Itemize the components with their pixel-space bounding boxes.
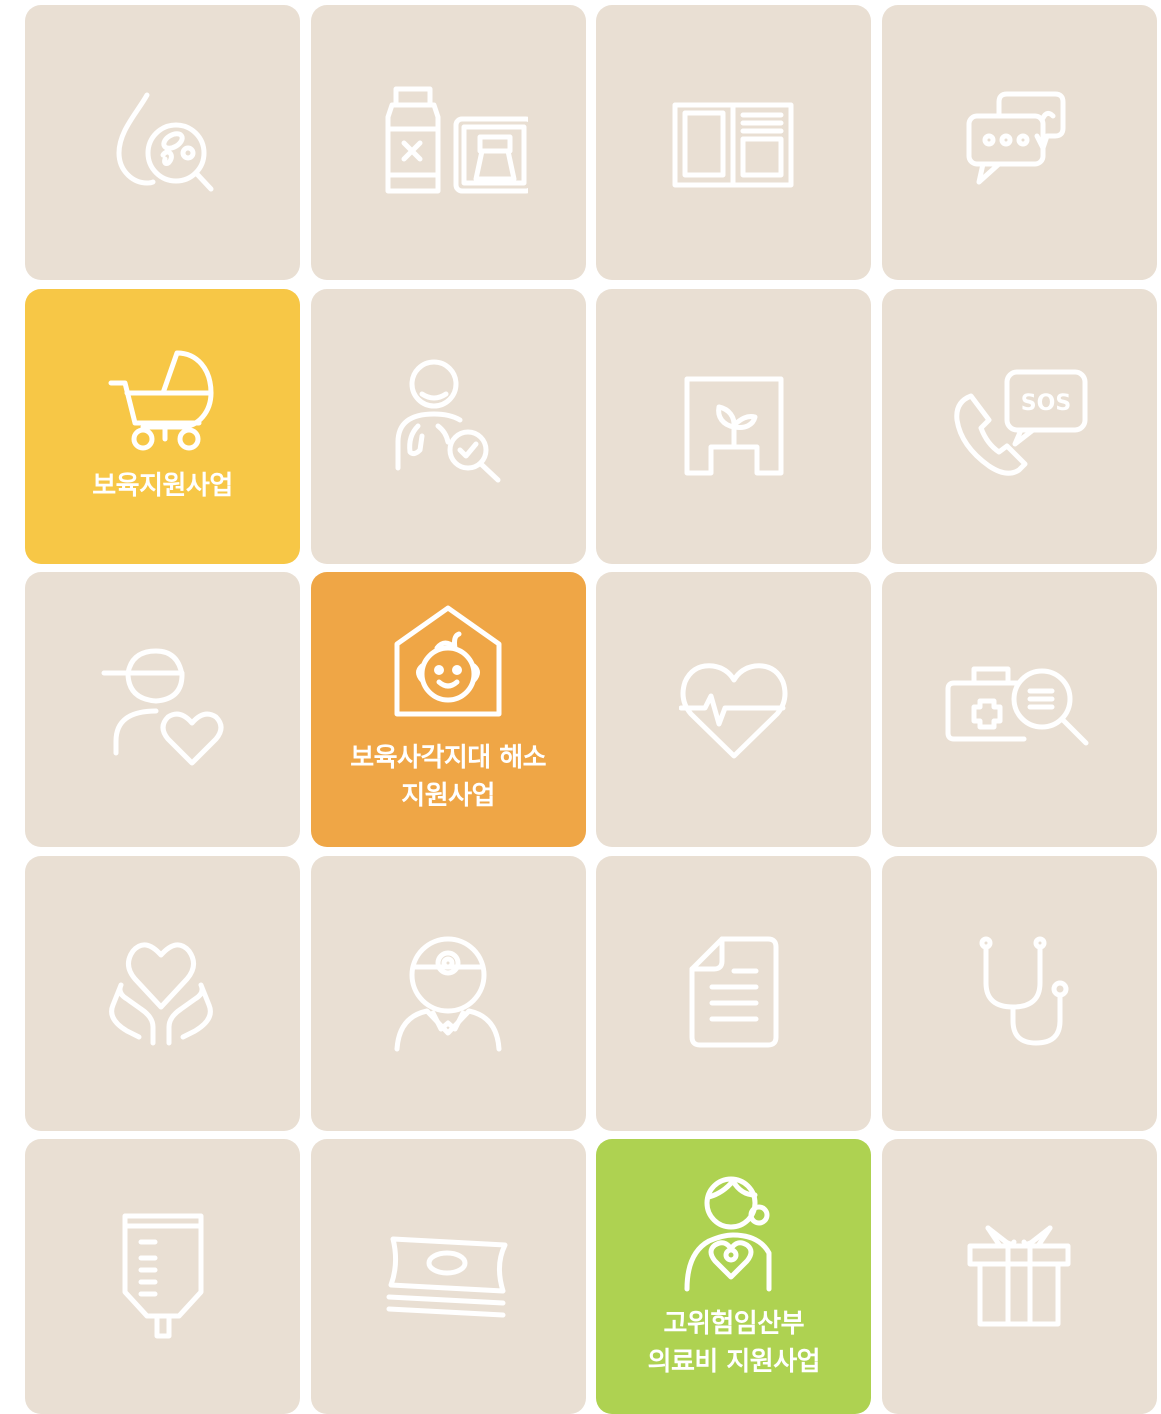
tile-child-care-love[interactable]: [25, 572, 300, 847]
tile-health-checkup[interactable]: [881, 572, 1157, 847]
tile-high-risk-pregnancy-support[interactable]: 고위험임산부 의료비 지원사업: [596, 1139, 872, 1414]
heartbeat-icon: [678, 662, 788, 758]
tile-medicine[interactable]: [310, 5, 586, 280]
tile-education[interactable]: [596, 5, 872, 280]
tile-lung-screening[interactable]: [310, 288, 586, 564]
chat-bubbles-icon: [966, 91, 1066, 184]
tile-childcare-blindspot-support[interactable]: 보육사각지대 해소 지원사업: [310, 572, 586, 847]
tile-care-sharing[interactable]: [25, 855, 300, 1131]
first-aid-kit-search-icon: [945, 666, 1089, 745]
baby-house-icon: [394, 605, 502, 717]
tile-iv-therapy[interactable]: [25, 1139, 300, 1414]
document-icon: [689, 936, 779, 1048]
baby-stroller-icon: [108, 350, 213, 451]
blood-drop-magnifier-icon: [116, 92, 213, 191]
tile-label: 고위험임산부 의료비 지원사업: [647, 1308, 821, 1377]
hands-heart-icon: [108, 942, 213, 1046]
tile-gift-support[interactable]: [881, 1139, 1157, 1414]
money-stack-icon: [386, 1236, 508, 1317]
tile-label: 보육사각지대 해소 지원사업: [350, 743, 547, 811]
tile-medical-exam[interactable]: [881, 855, 1157, 1131]
tile-cardiac[interactable]: [596, 572, 872, 847]
tile-doctor[interactable]: [310, 855, 586, 1131]
iv-bag-icon: [122, 1213, 203, 1338]
tile-documents[interactable]: [596, 855, 872, 1131]
tile-label: 보육지원사업: [92, 471, 233, 501]
tile-emergency-call[interactable]: SOS: [881, 288, 1157, 564]
tile-financial-support[interactable]: [310, 1139, 586, 1414]
phone-sos-icon: SOS: [954, 369, 1088, 476]
doctor-icon: [394, 936, 502, 1052]
sos-text: SOS: [1021, 391, 1071, 416]
tile-childcare-support[interactable]: 보육지원사업: [25, 288, 300, 564]
gift-box-icon: [967, 1225, 1071, 1326]
tile-growth-center[interactable]: [596, 288, 872, 564]
person-lungs-check-icon: [395, 359, 501, 483]
tile-counseling[interactable]: [881, 5, 1157, 280]
sprout-house-icon: [684, 376, 784, 476]
pregnant-woman-icon: [684, 1176, 772, 1291]
medicine-bottle-frame-icon: [385, 86, 529, 193]
stethoscope-icon: [979, 936, 1069, 1046]
tile-blood-test[interactable]: [25, 5, 300, 280]
service-grid: 보육지원사업 SOS 보육사각지대 해소 지원사업 고위험임산부 의료비 지원사…: [25, 5, 1157, 1414]
open-book-icon: [672, 102, 794, 187]
kid-heart-icon: [101, 648, 223, 765]
